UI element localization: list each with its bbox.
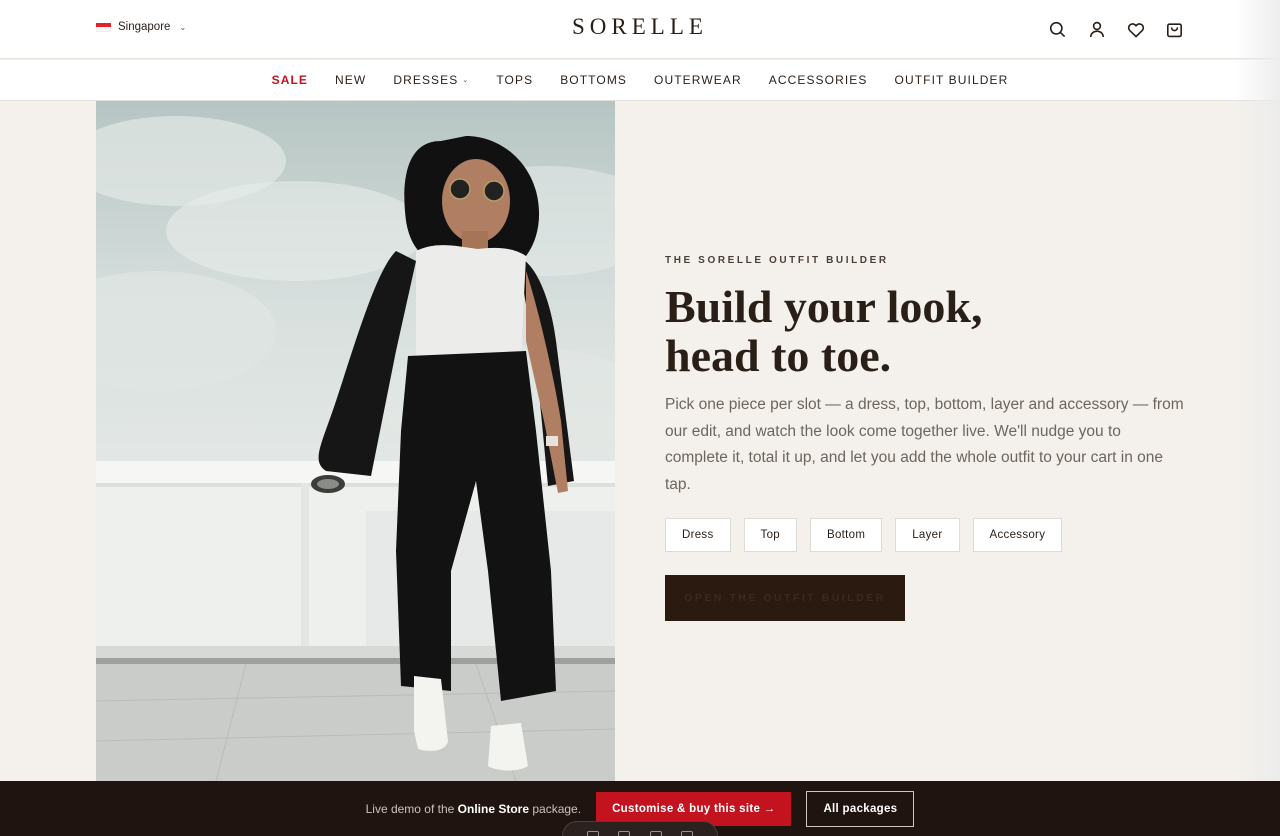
hero-headline-line-1: Build your look, xyxy=(665,281,983,332)
scroll-edge-fade xyxy=(1235,0,1280,781)
chevron-down-icon: ⌄ xyxy=(462,77,470,84)
chip-accessory[interactable]: Accessory xyxy=(972,518,1063,552)
nav-item-dresses[interactable]: DRESSES ⌄ xyxy=(380,73,483,87)
nav-item-bottoms[interactable]: BOTTOMS xyxy=(547,73,641,87)
hero-image xyxy=(96,101,615,781)
account-icon[interactable] xyxy=(1087,20,1106,39)
nav-item-sale[interactable]: SALE xyxy=(258,73,321,87)
hero-eyebrow: THE SORELLE OUTFIT BUILDER xyxy=(665,255,889,266)
nav-item-accessories[interactable]: ACCESSORIES xyxy=(755,73,881,87)
hero-description: Pick one piece per slot — a dress, top, … xyxy=(665,396,1184,493)
dock-tool-icon[interactable] xyxy=(618,831,631,836)
nav-item-outfit-builder[interactable]: OUTFIT BUILDER xyxy=(881,73,1022,87)
all-packages-button[interactable]: All packages xyxy=(806,790,915,827)
floating-dock[interactable] xyxy=(562,821,718,836)
dock-tool-icon[interactable] xyxy=(586,831,599,836)
main-nav: SALE NEW DRESSES ⌄ TOPS BOTTOMS OUTERWEAR… xyxy=(0,60,1280,101)
cart-bag-icon[interactable] xyxy=(1165,20,1184,39)
chip-bottom[interactable]: Bottom xyxy=(809,518,883,552)
chip-dress[interactable]: Dress xyxy=(665,518,731,552)
nav-item-tops[interactable]: TOPS xyxy=(483,73,547,87)
nav-item-outerwear[interactable]: OUTERWEAR xyxy=(641,73,756,87)
open-outfit-builder-button[interactable]: OPEN THE OUTFIT BUILDER xyxy=(665,575,905,621)
wishlist-heart-icon[interactable] xyxy=(1126,20,1145,39)
slot-chips: Dress Top Bottom Layer Accessory xyxy=(665,518,1063,552)
chip-layer[interactable]: Layer xyxy=(895,518,960,552)
search-icon[interactable] xyxy=(1048,20,1067,39)
dock-tool-icon[interactable] xyxy=(681,831,694,836)
dock-tool-icon[interactable] xyxy=(649,831,662,836)
demo-notice: Live demo of the Online Store package. xyxy=(365,801,582,816)
nav-item-new[interactable]: NEW xyxy=(322,73,380,87)
header-actions xyxy=(1048,20,1184,39)
hero-headline: Build your look, head to toe. xyxy=(665,282,982,380)
hero-headline-line-2: head to toe. xyxy=(665,330,892,381)
chip-top[interactable]: Top xyxy=(743,518,797,552)
site-header: Singapore ⌄ SORELLE xyxy=(0,0,1280,59)
